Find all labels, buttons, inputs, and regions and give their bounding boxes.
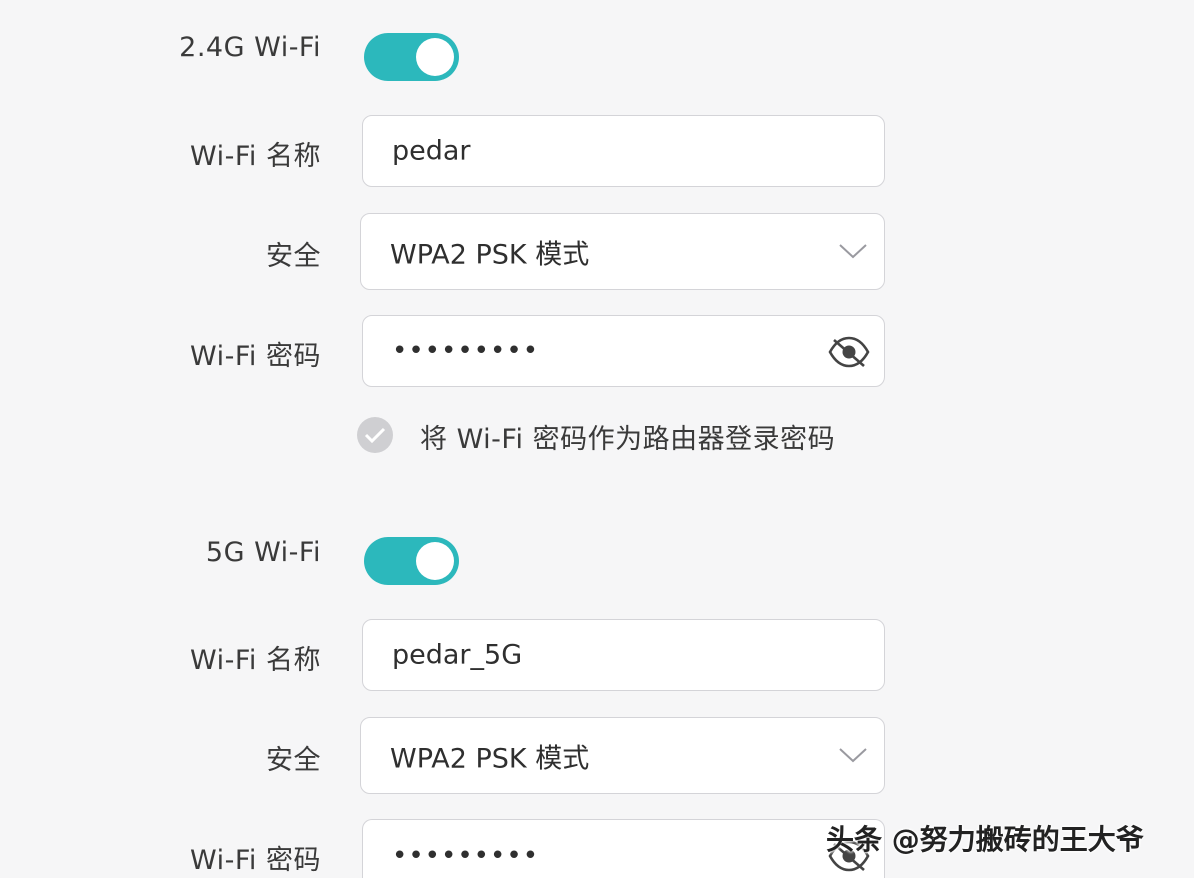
security-24g-value: WPA2 PSK 模式	[390, 239, 590, 270]
use-as-login-checkbox[interactable]	[357, 417, 393, 453]
watermark-text: 头条 @努力搬砖的王大爷	[826, 823, 1144, 856]
ssid-5g-value: pedar_5G	[392, 639, 523, 671]
chevron-down-icon	[839, 244, 867, 259]
security-24g-label: 安全	[266, 241, 321, 272]
password-24g-value: •••••••••	[392, 336, 540, 366]
eye-hidden-icon[interactable]	[826, 332, 872, 372]
password-5g-label: Wi-Fi 密码	[190, 845, 321, 876]
ssid-24g-label: Wi-Fi 名称	[190, 141, 321, 172]
security-24g-select[interactable]: WPA2 PSK 模式	[360, 213, 885, 290]
security-5g-value: WPA2 PSK 模式	[390, 743, 590, 774]
password-5g-value: •••••••••	[392, 841, 540, 871]
ssid-5g-label: Wi-Fi 名称	[190, 645, 321, 676]
toggle-5g-label: 5G Wi-Fi	[205, 537, 321, 568]
check-icon	[364, 427, 386, 444]
security-5g-select[interactable]: WPA2 PSK 模式	[360, 717, 885, 794]
ssid-5g-input[interactable]: pedar_5G	[362, 619, 885, 691]
toggle-knob	[416, 38, 454, 76]
toggle-24g-switch[interactable]	[364, 33, 459, 81]
ssid-24g-input[interactable]: pedar	[362, 115, 885, 187]
password-5g-input[interactable]: •••••••••	[362, 819, 885, 878]
use-as-login-label: 将 Wi-Fi 密码作为路由器登录密码	[420, 424, 836, 455]
password-24g-label: Wi-Fi 密码	[190, 341, 321, 372]
security-5g-label: 安全	[266, 745, 321, 776]
toggle-knob	[416, 542, 454, 580]
chevron-down-icon	[839, 748, 867, 763]
toggle-5g-switch[interactable]	[364, 537, 459, 585]
toggle-24g-label: 2.4G Wi-Fi	[179, 32, 321, 63]
ssid-24g-value: pedar	[392, 135, 471, 167]
password-24g-input[interactable]: •••••••••	[362, 315, 885, 387]
